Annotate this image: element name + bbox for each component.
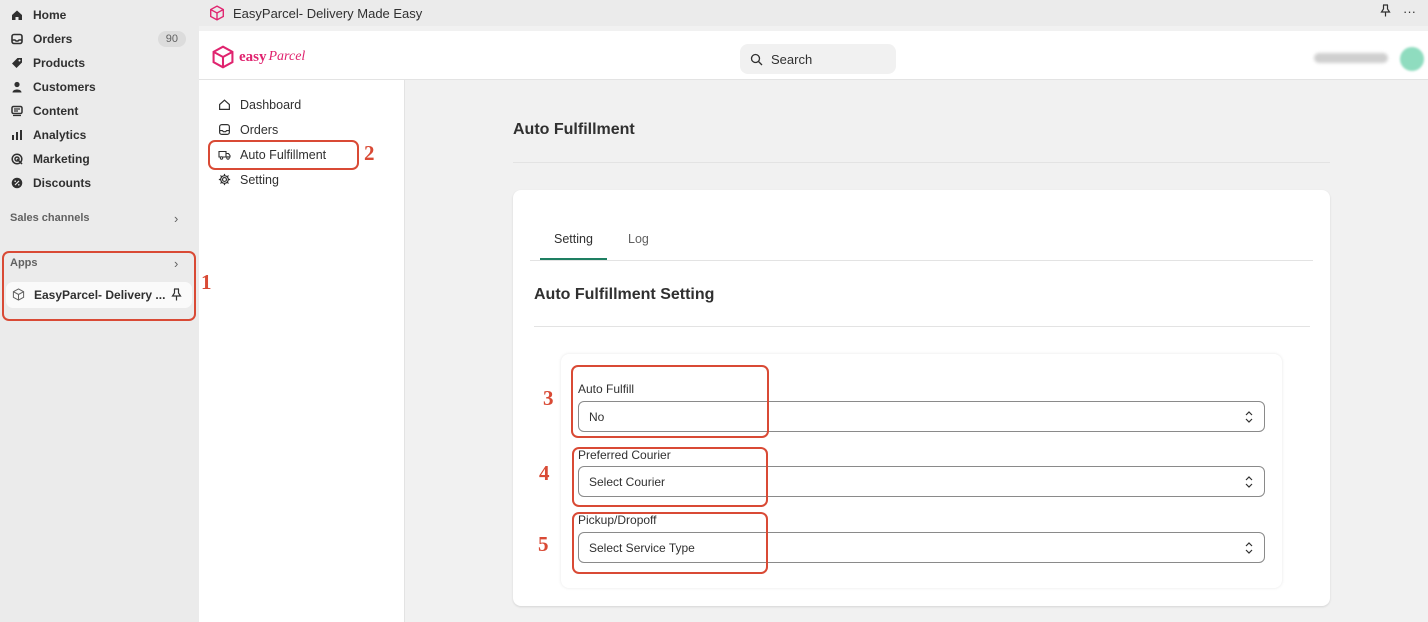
sidebar-item-setting[interactable]: Setting	[218, 170, 279, 190]
select-caret-icon	[1245, 476, 1253, 488]
nav-item-label: Analytics	[33, 128, 87, 142]
annotation-number-1: 1	[201, 270, 212, 294]
divider	[513, 162, 1330, 163]
nav-item-label: Content	[33, 104, 79, 118]
sidebar-item-dashboard[interactable]: Dashboard	[218, 95, 301, 115]
annotation-box-2	[208, 140, 359, 170]
select-caret-icon	[1245, 542, 1253, 554]
logo-script: Parcel	[268, 49, 306, 64]
logo-word: easy	[239, 48, 267, 65]
gear-icon	[218, 173, 232, 187]
pin-icon[interactable]	[1380, 4, 1391, 20]
search-icon	[750, 53, 763, 66]
page-title: Auto Fulfillment	[513, 121, 635, 138]
sidebar-item-label: Dashboard	[240, 98, 302, 112]
section-title: Auto Fulfillment Setting	[534, 286, 715, 303]
orders-icon	[218, 123, 232, 137]
nav-item-label: Orders	[33, 32, 73, 46]
content-icon	[10, 104, 24, 118]
search-placeholder: Search	[771, 51, 813, 67]
search-input[interactable]: Search	[740, 44, 896, 74]
avatar[interactable]	[1400, 47, 1424, 71]
app-title: EasyParcel- Delivery Made Easy	[233, 5, 423, 21]
nav-item-customers[interactable]: Customers	[10, 76, 188, 98]
app-title-bar: EasyParcel- Delivery Made Easy ···	[199, 0, 1428, 26]
select-caret-icon	[1245, 411, 1253, 423]
nav-item-label: Customers	[33, 80, 96, 94]
orders-icon	[10, 32, 24, 46]
tab-setting[interactable]: Setting	[554, 232, 593, 246]
package-icon	[212, 45, 234, 69]
annotation-number-2: 2	[364, 141, 375, 165]
annotation-box-5	[572, 512, 768, 574]
nav-item-discounts[interactable]: Discounts	[10, 172, 188, 194]
person-icon	[10, 80, 24, 94]
tag-icon	[10, 56, 24, 70]
annotation-number-5: 5	[538, 532, 549, 556]
nav-item-label: Marketing	[33, 152, 90, 166]
annotation-box-3	[571, 365, 769, 438]
nav-item-label: Products	[33, 56, 86, 70]
annotation-box-4	[572, 447, 768, 507]
sidebar-item-label: Setting	[240, 173, 279, 187]
package-icon	[209, 5, 225, 21]
user-name-blurred[interactable]	[1314, 53, 1388, 63]
annotation-number-4: 4	[539, 461, 550, 485]
sidebar-item-orders[interactable]: Orders	[218, 120, 278, 140]
bar-chart-icon	[10, 128, 24, 142]
nav-item-content[interactable]: Content	[10, 100, 188, 122]
discount-icon	[10, 176, 24, 190]
annotation-number-3: 3	[543, 386, 554, 410]
annotation-box-1	[2, 251, 196, 321]
app-header: easy Parcel Search	[199, 31, 1428, 80]
divider	[534, 326, 1310, 327]
nav-item-analytics[interactable]: Analytics	[10, 124, 188, 146]
orders-count-badge: 90	[157, 31, 186, 47]
nav-item-label: Discounts	[33, 176, 92, 190]
home-icon	[218, 98, 232, 112]
home-icon	[10, 8, 24, 22]
more-actions-icon[interactable]: ···	[1403, 4, 1416, 20]
nav-item-products[interactable]: Products	[10, 52, 188, 74]
nav-item-home[interactable]: Home	[10, 4, 188, 26]
nav-item-label: Home	[33, 8, 67, 22]
divider	[530, 260, 1313, 261]
sidebar-item-label: Orders	[240, 123, 279, 137]
sales-channels-heading[interactable]: Sales channels	[10, 212, 90, 224]
nav-item-orders[interactable]: Orders 90	[10, 28, 188, 50]
easyparcel-logo[interactable]: easy Parcel	[211, 45, 305, 69]
nav-item-marketing[interactable]: Marketing	[10, 148, 188, 170]
target-icon	[10, 152, 24, 166]
tab-log[interactable]: Log	[628, 232, 649, 246]
chevron-right-icon[interactable]: ›	[174, 211, 178, 226]
